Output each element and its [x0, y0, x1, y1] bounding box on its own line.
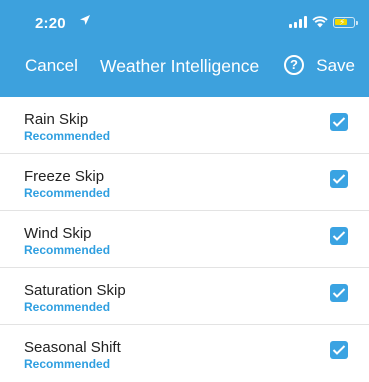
- seasonal-shift-checkbox[interactable]: [330, 341, 348, 359]
- setting-row-wind-skip[interactable]: Wind Skip Recommended: [0, 211, 369, 268]
- header: 2:20 ⚡ Cancel Weather Intelligence ? Sav…: [0, 0, 369, 97]
- setting-row-freeze-skip[interactable]: Freeze Skip Recommended: [0, 154, 369, 211]
- recommended-tag: Recommended: [24, 300, 111, 314]
- status-right: ⚡: [289, 15, 358, 29]
- freeze-skip-checkbox[interactable]: [330, 170, 348, 188]
- navigation-bar: Cancel Weather Intelligence ? Save: [0, 45, 369, 97]
- rain-skip-checkbox[interactable]: [330, 113, 348, 131]
- checkmark-icon: [332, 117, 346, 127]
- wind-skip-checkbox[interactable]: [330, 227, 348, 245]
- recommended-tag: Recommended: [24, 243, 111, 257]
- checkmark-icon: [332, 174, 346, 184]
- recommended-tag: Recommended: [24, 129, 111, 143]
- saturation-skip-checkbox[interactable]: [330, 284, 348, 302]
- checkmark-icon: [332, 231, 346, 241]
- recommended-tag: Recommended: [24, 186, 111, 200]
- status-bar: 2:20 ⚡: [0, 0, 369, 45]
- save-button[interactable]: Save: [316, 56, 355, 76]
- setting-label: Saturation Skip: [24, 282, 126, 299]
- wifi-icon: [312, 16, 328, 28]
- setting-label: Freeze Skip: [24, 168, 105, 185]
- cancel-button[interactable]: Cancel: [25, 56, 78, 76]
- setting-row-saturation-skip[interactable]: Saturation Skip Recommended: [0, 268, 369, 325]
- charging-bolt-icon: ⚡: [339, 16, 346, 27]
- location-arrow-icon: [80, 15, 90, 25]
- setting-row-seasonal-shift[interactable]: Seasonal Shift Recommended: [0, 325, 369, 382]
- page-title: Weather Intelligence: [100, 56, 260, 76]
- checkmark-icon: [332, 345, 346, 355]
- checkmark-icon: [332, 288, 346, 298]
- recommended-tag: Recommended: [24, 357, 111, 371]
- battery-icon: ⚡: [333, 16, 358, 28]
- setting-label: Rain Skip: [24, 111, 89, 128]
- setting-label: Seasonal Shift: [24, 339, 121, 356]
- setting-row-rain-skip[interactable]: Rain Skip Recommended: [0, 97, 369, 154]
- status-time: 2:20: [35, 15, 66, 32]
- help-icon[interactable]: ?: [284, 55, 304, 75]
- signal-icon: [289, 16, 307, 28]
- setting-label: Wind Skip: [24, 225, 92, 242]
- settings-list: Rain Skip Recommended Freeze Skip Recomm…: [0, 97, 369, 382]
